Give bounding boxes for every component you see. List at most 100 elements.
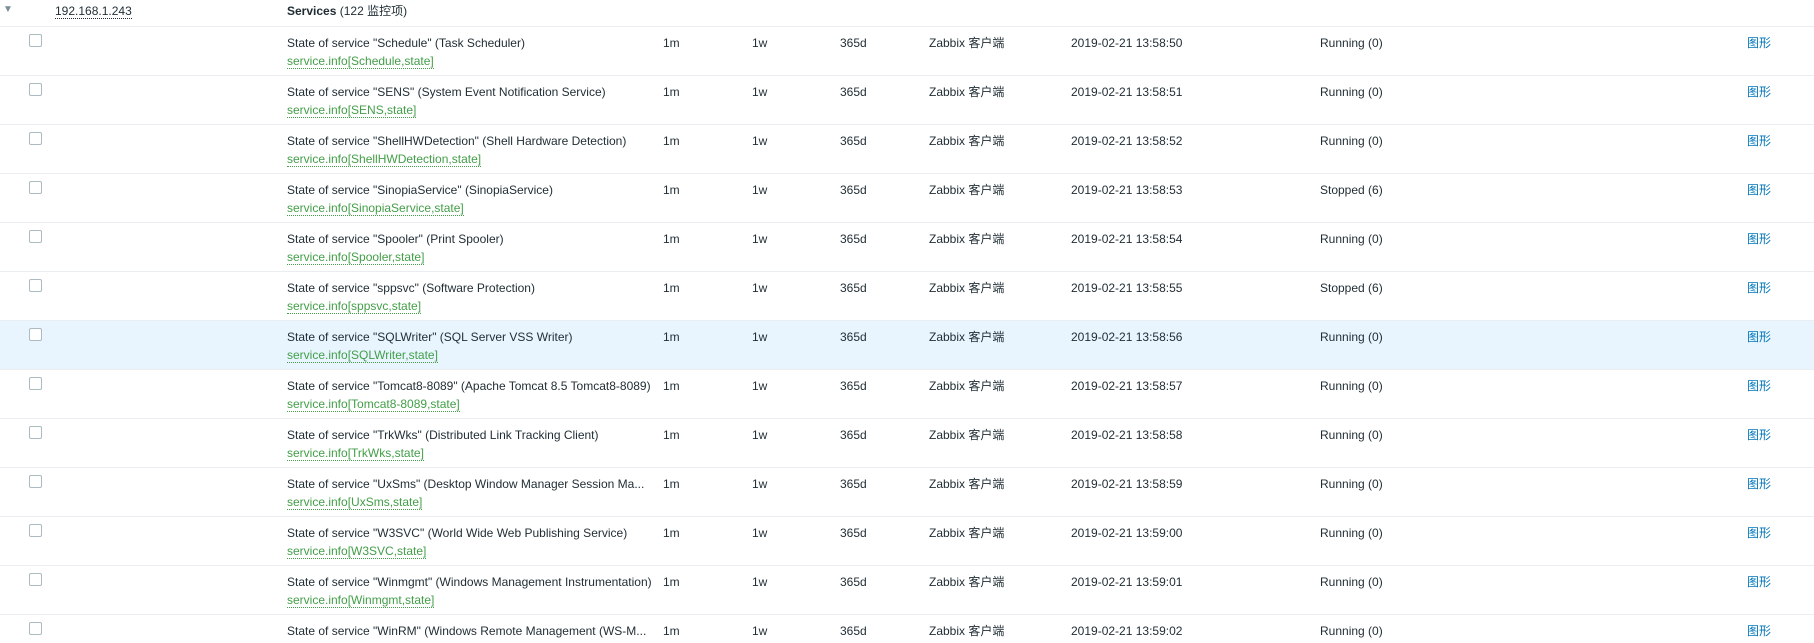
item-trends: 365d: [840, 624, 867, 638]
graph-link[interactable]: 图形: [1747, 85, 1771, 99]
item-key-link[interactable]: service.info[W3SVC,state]: [287, 544, 427, 559]
item-checkbox[interactable]: [29, 132, 42, 145]
table-row: State of service "SinopiaService" (Sinop…: [0, 174, 1814, 223]
item-last-value: Running (0): [1320, 575, 1383, 589]
table-row: State of service "Winmgmt" (Windows Mana…: [0, 566, 1814, 615]
item-last-check: 2019-02-21 13:58:54: [1071, 232, 1183, 246]
graph-link[interactable]: 图形: [1747, 134, 1771, 148]
item-history: 1w: [752, 134, 768, 148]
item-last-value: Stopped (6): [1320, 281, 1383, 295]
item-key-link[interactable]: service.info[SQLWriter,state]: [287, 348, 438, 363]
application-group-row: ▼ 192.168.1.243 Services (122 监控项): [0, 0, 1814, 27]
item-checkbox[interactable]: [29, 230, 42, 243]
item-type: Zabbix 客户端: [929, 134, 1005, 148]
item-interval: 1m: [663, 379, 680, 393]
item-name: State of service "Schedule" (Task Schedu…: [287, 36, 525, 50]
item-history: 1w: [752, 379, 768, 393]
item-type: Zabbix 客户端: [929, 477, 1005, 491]
host-link[interactable]: 192.168.1.243: [55, 4, 132, 19]
item-type: Zabbix 客户端: [929, 232, 1005, 246]
item-name: State of service "WinRM" (Windows Remote…: [287, 624, 647, 638]
item-last-check: 2019-02-21 13:59:02: [1071, 624, 1183, 638]
item-name: State of service "UxSms" (Desktop Window…: [287, 477, 645, 491]
table-row: State of service "Spooler" (Print Spoole…: [0, 223, 1814, 272]
item-checkbox[interactable]: [29, 426, 42, 439]
graph-link[interactable]: 图形: [1747, 379, 1771, 393]
item-trends: 365d: [840, 575, 867, 589]
graph-link[interactable]: 图形: [1747, 36, 1771, 50]
item-checkbox[interactable]: [29, 83, 42, 96]
item-last-value: Running (0): [1320, 134, 1383, 148]
item-key-link[interactable]: service.info[ShellHWDetection,state]: [287, 152, 482, 167]
table-row: State of service "SENS" (System Event No…: [0, 76, 1814, 125]
item-checkbox[interactable]: [29, 475, 42, 488]
item-interval: 1m: [663, 526, 680, 540]
table-row: State of service "WinRM" (Windows Remote…: [0, 615, 1814, 643]
graph-link[interactable]: 图形: [1747, 624, 1771, 638]
item-last-check: 2019-02-21 13:58:52: [1071, 134, 1183, 148]
item-checkbox[interactable]: [29, 181, 42, 194]
item-interval: 1m: [663, 36, 680, 50]
item-trends: 365d: [840, 281, 867, 295]
graph-link[interactable]: 图形: [1747, 575, 1771, 589]
item-key-link[interactable]: service.info[sppsvc,state]: [287, 299, 422, 314]
item-checkbox[interactable]: [29, 377, 42, 390]
item-type: Zabbix 客户端: [929, 183, 1005, 197]
item-history: 1w: [752, 183, 768, 197]
item-last-value: Running (0): [1320, 428, 1383, 442]
item-type: Zabbix 客户端: [929, 330, 1005, 344]
table-row: State of service "UxSms" (Desktop Window…: [0, 468, 1814, 517]
item-history: 1w: [752, 330, 768, 344]
item-last-value: Running (0): [1320, 379, 1383, 393]
item-key-link[interactable]: service.info[Tomcat8-8089,state]: [287, 397, 460, 412]
item-interval: 1m: [663, 134, 680, 148]
item-last-check: 2019-02-21 13:58:56: [1071, 330, 1183, 344]
item-key-link[interactable]: service.info[TrkWks,state]: [287, 446, 424, 461]
collapse-toggle-icon[interactable]: ▼: [2, 4, 14, 16]
item-interval: 1m: [663, 183, 680, 197]
item-checkbox[interactable]: [29, 622, 42, 635]
latest-data-table: ▼ 192.168.1.243 Services (122 监控项) State…: [0, 0, 1814, 643]
item-interval: 1m: [663, 232, 680, 246]
item-type: Zabbix 客户端: [929, 428, 1005, 442]
graph-link[interactable]: 图形: [1747, 281, 1771, 295]
item-interval: 1m: [663, 281, 680, 295]
graph-link[interactable]: 图形: [1747, 232, 1771, 246]
item-type: Zabbix 客户端: [929, 379, 1005, 393]
item-trends: 365d: [840, 477, 867, 491]
item-last-value: Running (0): [1320, 85, 1383, 99]
item-history: 1w: [752, 36, 768, 50]
item-key-link[interactable]: service.info[Winmgmt,state]: [287, 593, 435, 608]
item-checkbox[interactable]: [29, 573, 42, 586]
table-row: State of service "Tomcat8-8089" (Apache …: [0, 370, 1814, 419]
graph-link[interactable]: 图形: [1747, 428, 1771, 442]
item-last-check: 2019-02-21 13:58:57: [1071, 379, 1183, 393]
item-type: Zabbix 客户端: [929, 526, 1005, 540]
item-trends: 365d: [840, 183, 867, 197]
graph-link[interactable]: 图形: [1747, 477, 1771, 491]
item-interval: 1m: [663, 624, 680, 638]
graph-link[interactable]: 图形: [1747, 183, 1771, 197]
item-key-link[interactable]: service.info[SinopiaService,state]: [287, 201, 464, 216]
graph-link[interactable]: 图形: [1747, 526, 1771, 540]
item-key-link[interactable]: service.info[UxSms,state]: [287, 495, 423, 510]
item-last-check: 2019-02-21 13:58:53: [1071, 183, 1183, 197]
graph-link[interactable]: 图形: [1747, 330, 1771, 344]
item-key-link[interactable]: service.info[Spooler,state]: [287, 250, 425, 265]
item-checkbox[interactable]: [29, 328, 42, 341]
item-name: State of service "ShellHWDetection" (She…: [287, 134, 627, 148]
item-interval: 1m: [663, 85, 680, 99]
application-name: Services: [287, 4, 337, 18]
item-checkbox[interactable]: [29, 524, 42, 537]
item-key-link[interactable]: service.info[SENS,state]: [287, 103, 417, 118]
item-checkbox[interactable]: [29, 279, 42, 292]
application-label: Services (122 监控项): [287, 4, 407, 18]
item-key-link[interactable]: service.info[Schedule,state]: [287, 54, 434, 69]
item-name: State of service "Spooler" (Print Spoole…: [287, 232, 504, 246]
item-history: 1w: [752, 477, 768, 491]
item-checkbox[interactable]: [29, 34, 42, 47]
item-last-value: Running (0): [1320, 477, 1383, 491]
item-last-value: Running (0): [1320, 232, 1383, 246]
item-last-check: 2019-02-21 13:58:55: [1071, 281, 1183, 295]
application-item-count: (122 监控项): [339, 4, 408, 18]
